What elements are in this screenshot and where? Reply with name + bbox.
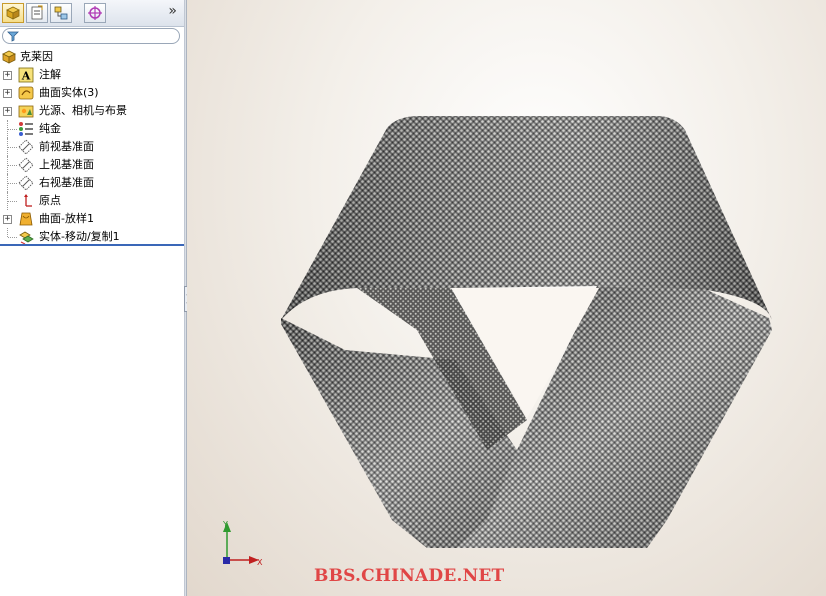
triad-y-label: Y bbox=[222, 520, 228, 529]
configuration-icon bbox=[54, 6, 68, 20]
feature-manager-panel: » 克莱因 + A 注解 + 曲面实体(3) + 光源、相机与布景 纯金 前视基… bbox=[0, 0, 184, 596]
panel-tab-bar: » bbox=[0, 0, 184, 27]
tree-item-label: 曲面-放样1 bbox=[39, 212, 94, 225]
tree-item-right-plane[interactable]: 右视基准面 bbox=[0, 174, 184, 192]
material-icon bbox=[19, 122, 33, 136]
triad-x-label: X bbox=[257, 558, 263, 567]
tree-item-top-plane[interactable]: 上视基准面 bbox=[0, 156, 184, 174]
triad-origin bbox=[223, 557, 230, 564]
graphics-viewport[interactable]: Y X BBS.CHINADE.NET bbox=[187, 0, 826, 596]
tree-item-origin[interactable]: 原点 bbox=[0, 192, 184, 210]
mobius-model[interactable] bbox=[187, 0, 826, 596]
featuremanager-icon bbox=[6, 6, 20, 20]
part-icon bbox=[2, 50, 16, 64]
svg-text:A: A bbox=[21, 70, 31, 83]
tree-item-label: 曲面实体(3) bbox=[39, 86, 99, 99]
expand-toggle[interactable]: + bbox=[3, 89, 12, 98]
propertymanager-tab[interactable] bbox=[26, 3, 48, 23]
tree-item-surface-bodies[interactable]: + 曲面实体(3) bbox=[0, 84, 184, 102]
expand-toggle[interactable]: + bbox=[3, 107, 12, 116]
tree-item-material[interactable]: 纯金 bbox=[0, 120, 184, 138]
tree-item-annotations[interactable]: + A 注解 bbox=[0, 66, 184, 84]
annotation-icon: A bbox=[18, 67, 34, 83]
expand-toggle[interactable]: + bbox=[3, 215, 12, 224]
tree-item-label: 注解 bbox=[39, 68, 61, 81]
feature-tree: 克莱因 + A 注解 + 曲面实体(3) + 光源、相机与布景 纯金 前视基准面… bbox=[0, 48, 184, 246]
target-icon bbox=[88, 6, 102, 20]
propertymanager-icon bbox=[31, 5, 43, 20]
plane-icon bbox=[18, 139, 34, 155]
filter-icon bbox=[7, 31, 19, 42]
watermark-text: BBS.CHINADE.NET bbox=[314, 566, 505, 586]
coordinate-triad: Y X bbox=[222, 520, 263, 567]
tree-root-part[interactable]: 克莱因 bbox=[0, 48, 184, 66]
plane-icon bbox=[18, 175, 34, 191]
surface-bodies-icon bbox=[18, 86, 34, 100]
tree-item-label: 右视基准面 bbox=[39, 176, 94, 189]
loft-surface-icon bbox=[19, 212, 33, 226]
tree-item-loft-surface[interactable]: + 曲面-放样1 bbox=[0, 210, 184, 228]
tree-item-label: 纯金 bbox=[39, 122, 61, 135]
featuremanager-tab[interactable] bbox=[2, 3, 24, 23]
tree-item-label: 前视基准面 bbox=[39, 140, 94, 153]
tree-item-label: 上视基准面 bbox=[39, 158, 94, 171]
tree-filter-input[interactable] bbox=[2, 28, 180, 44]
tree-root-label: 克莱因 bbox=[20, 50, 53, 63]
tree-item-front-plane[interactable]: 前视基准面 bbox=[0, 138, 184, 156]
origin-icon bbox=[24, 194, 32, 207]
expand-toggle[interactable]: + bbox=[3, 71, 12, 80]
configurationmanager-tab[interactable] bbox=[50, 3, 72, 23]
move-copy-icon bbox=[19, 231, 34, 245]
dimxpert-tab[interactable] bbox=[84, 3, 106, 23]
lights-cameras-icon bbox=[18, 105, 34, 118]
tree-item-label: 光源、相机与布景 bbox=[39, 104, 127, 117]
rollback-bar[interactable] bbox=[0, 244, 184, 246]
expand-panel-chevron-icon[interactable]: » bbox=[168, 3, 177, 19]
tree-item-label: 原点 bbox=[39, 194, 61, 207]
tree-item-lights-cameras[interactable]: + 光源、相机与布景 bbox=[0, 102, 184, 120]
plane-icon bbox=[18, 157, 34, 173]
